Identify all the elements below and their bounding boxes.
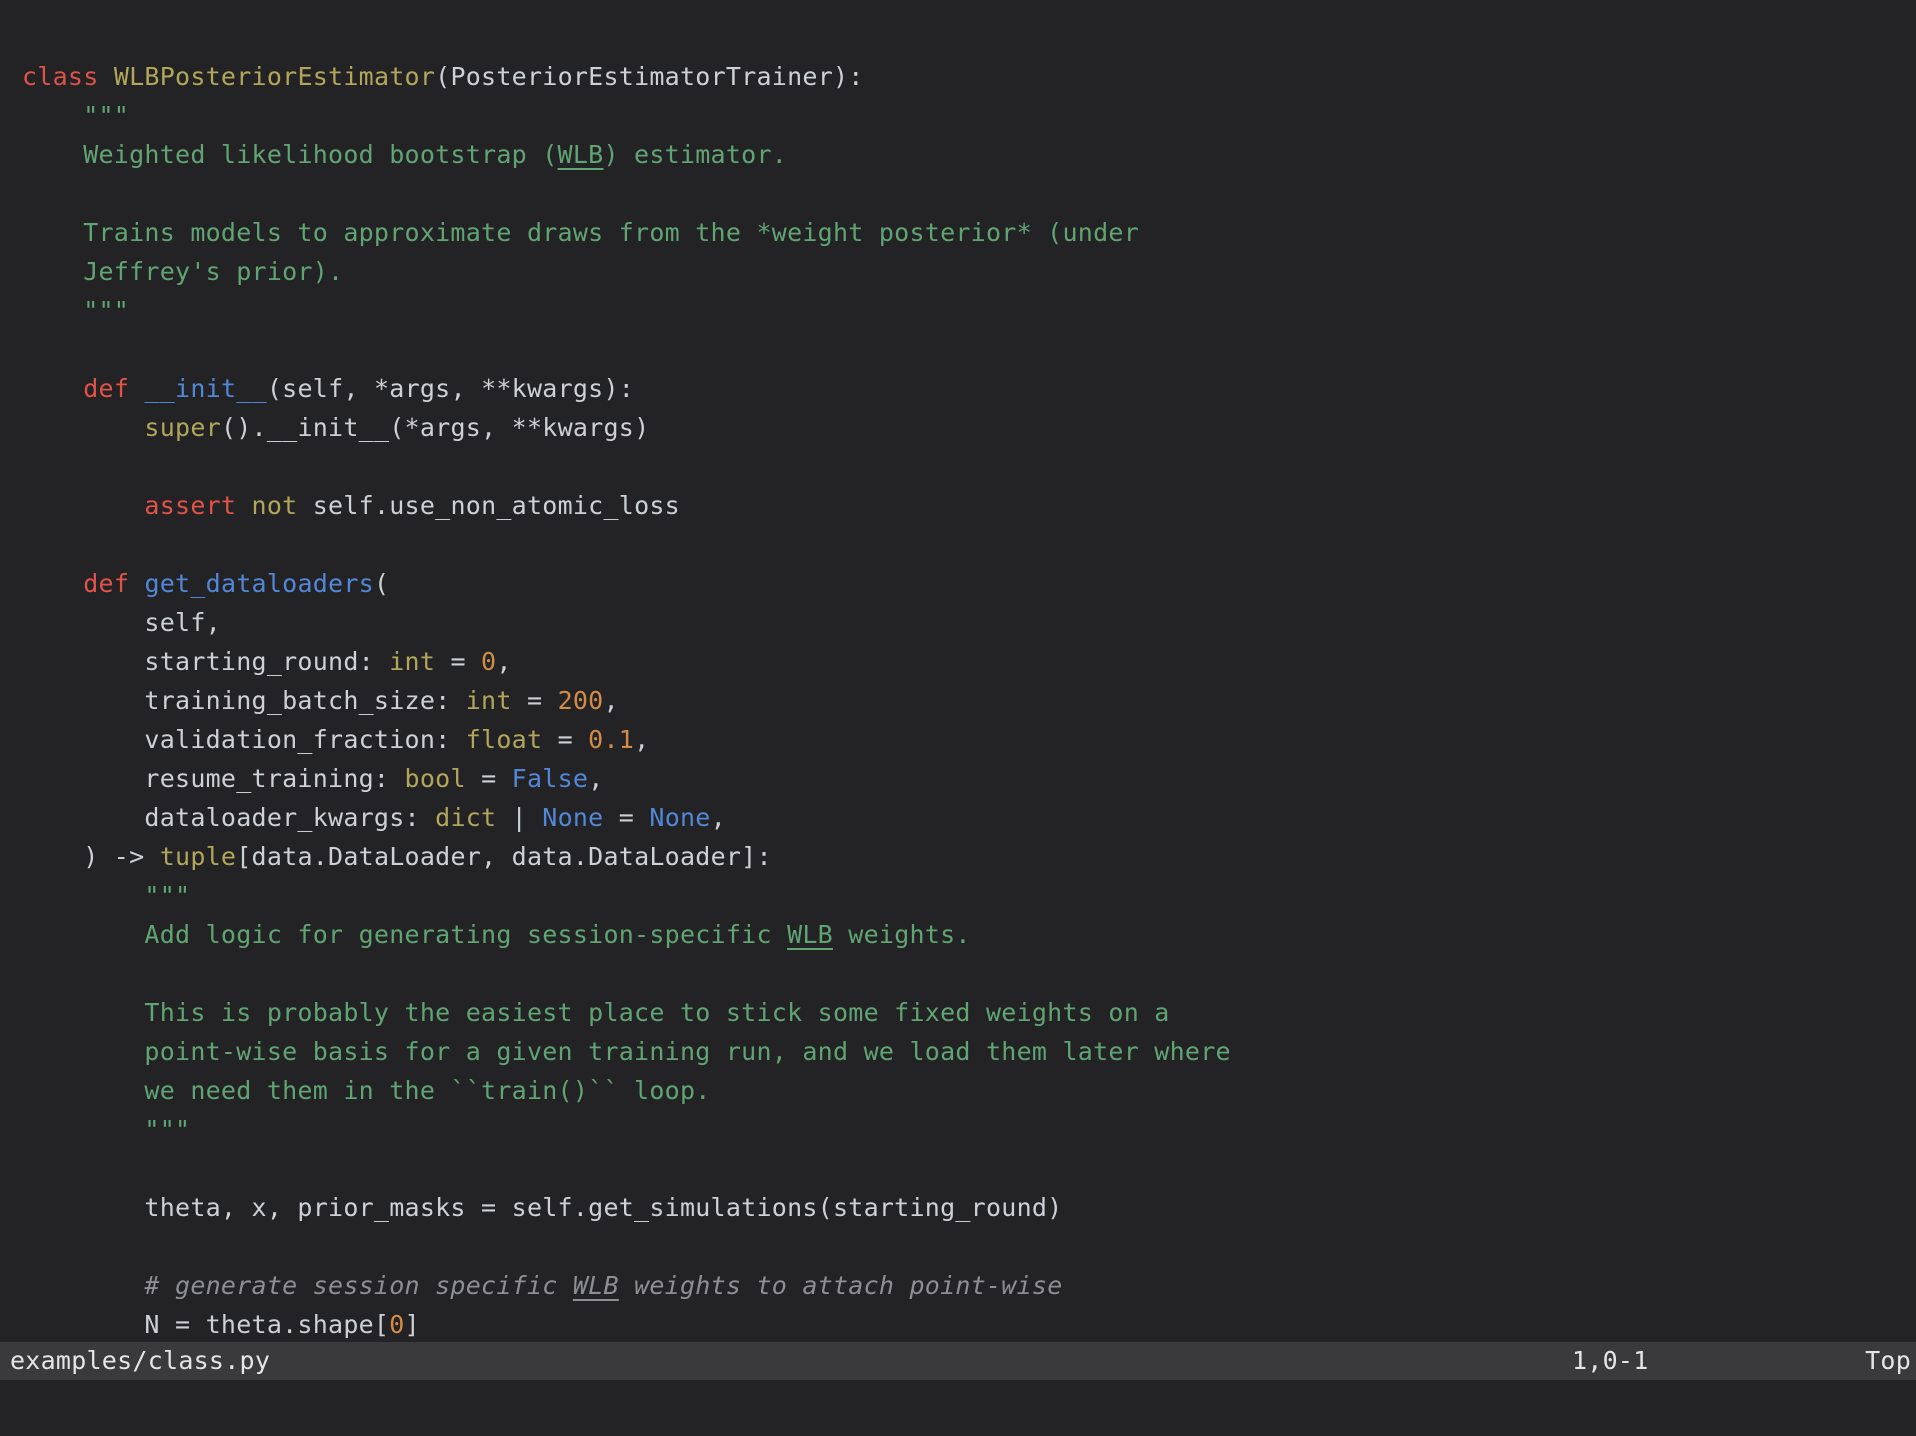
code-line: Trains models to approximate draws from … [22, 218, 1139, 247]
code-line: theta, x, prior_masks = self.get_simulat… [22, 1193, 1063, 1222]
code-line: self, [22, 608, 221, 637]
code-line: dataloader_kwargs: dict | None = None, [22, 803, 726, 832]
code-line: point-wise basis for a given training ru… [22, 1037, 1231, 1066]
code-line: """ [22, 296, 130, 325]
code-line: ) -> tuple[data.DataLoader, data.DataLoa… [22, 842, 772, 871]
code-line: N = theta.shape[0] [22, 1310, 420, 1339]
code-line: assert not self.use_non_atomic_loss [144, 491, 680, 520]
status-cursor-position: 1,0-1 [1572, 1346, 1649, 1375]
code-line: def get_dataloaders( [83, 569, 390, 598]
code-line: starting_round: int = 0, [22, 647, 512, 676]
code-line: resume_training: bool = False, [22, 764, 604, 793]
status-bar: examples/class.py 1,0-1 Top [0, 1342, 1916, 1380]
code-line: def __init__(self, *args, **kwargs): [83, 374, 635, 403]
status-scroll-indicator: Top [1865, 1346, 1911, 1375]
code-line: class WLBPosteriorEstimator(PosteriorEst… [22, 62, 864, 91]
status-filename: examples/class.py [10, 1346, 271, 1375]
code-line: Jeffrey's prior). [22, 257, 344, 286]
code-line: # generate session specific WLB weights … [22, 1271, 1063, 1300]
code-line: training_batch_size: int = 200, [22, 686, 619, 715]
code-line: """ [22, 1115, 191, 1144]
code-line: we need them in the ``train()`` loop. [22, 1076, 711, 1105]
terminal-editor-window: class WLBPosteriorEstimator(PosteriorEst… [0, 0, 1916, 1436]
code-line: Weighted likelihood bootstrap (WLB) esti… [22, 140, 788, 169]
code-line: This is probably the easiest place to st… [22, 998, 1170, 1027]
code-line: validation_fraction: float = 0.1, [22, 725, 650, 754]
code-line: """ [22, 101, 130, 130]
code-line: """ [22, 881, 191, 910]
code-line: Add logic for generating session-specifi… [22, 920, 971, 949]
command-line[interactable] [0, 1380, 1916, 1436]
code-area[interactable]: class WLBPosteriorEstimator(PosteriorEst… [0, 0, 1916, 1342]
code-line: super().__init__(*args, **kwargs) [144, 413, 650, 442]
